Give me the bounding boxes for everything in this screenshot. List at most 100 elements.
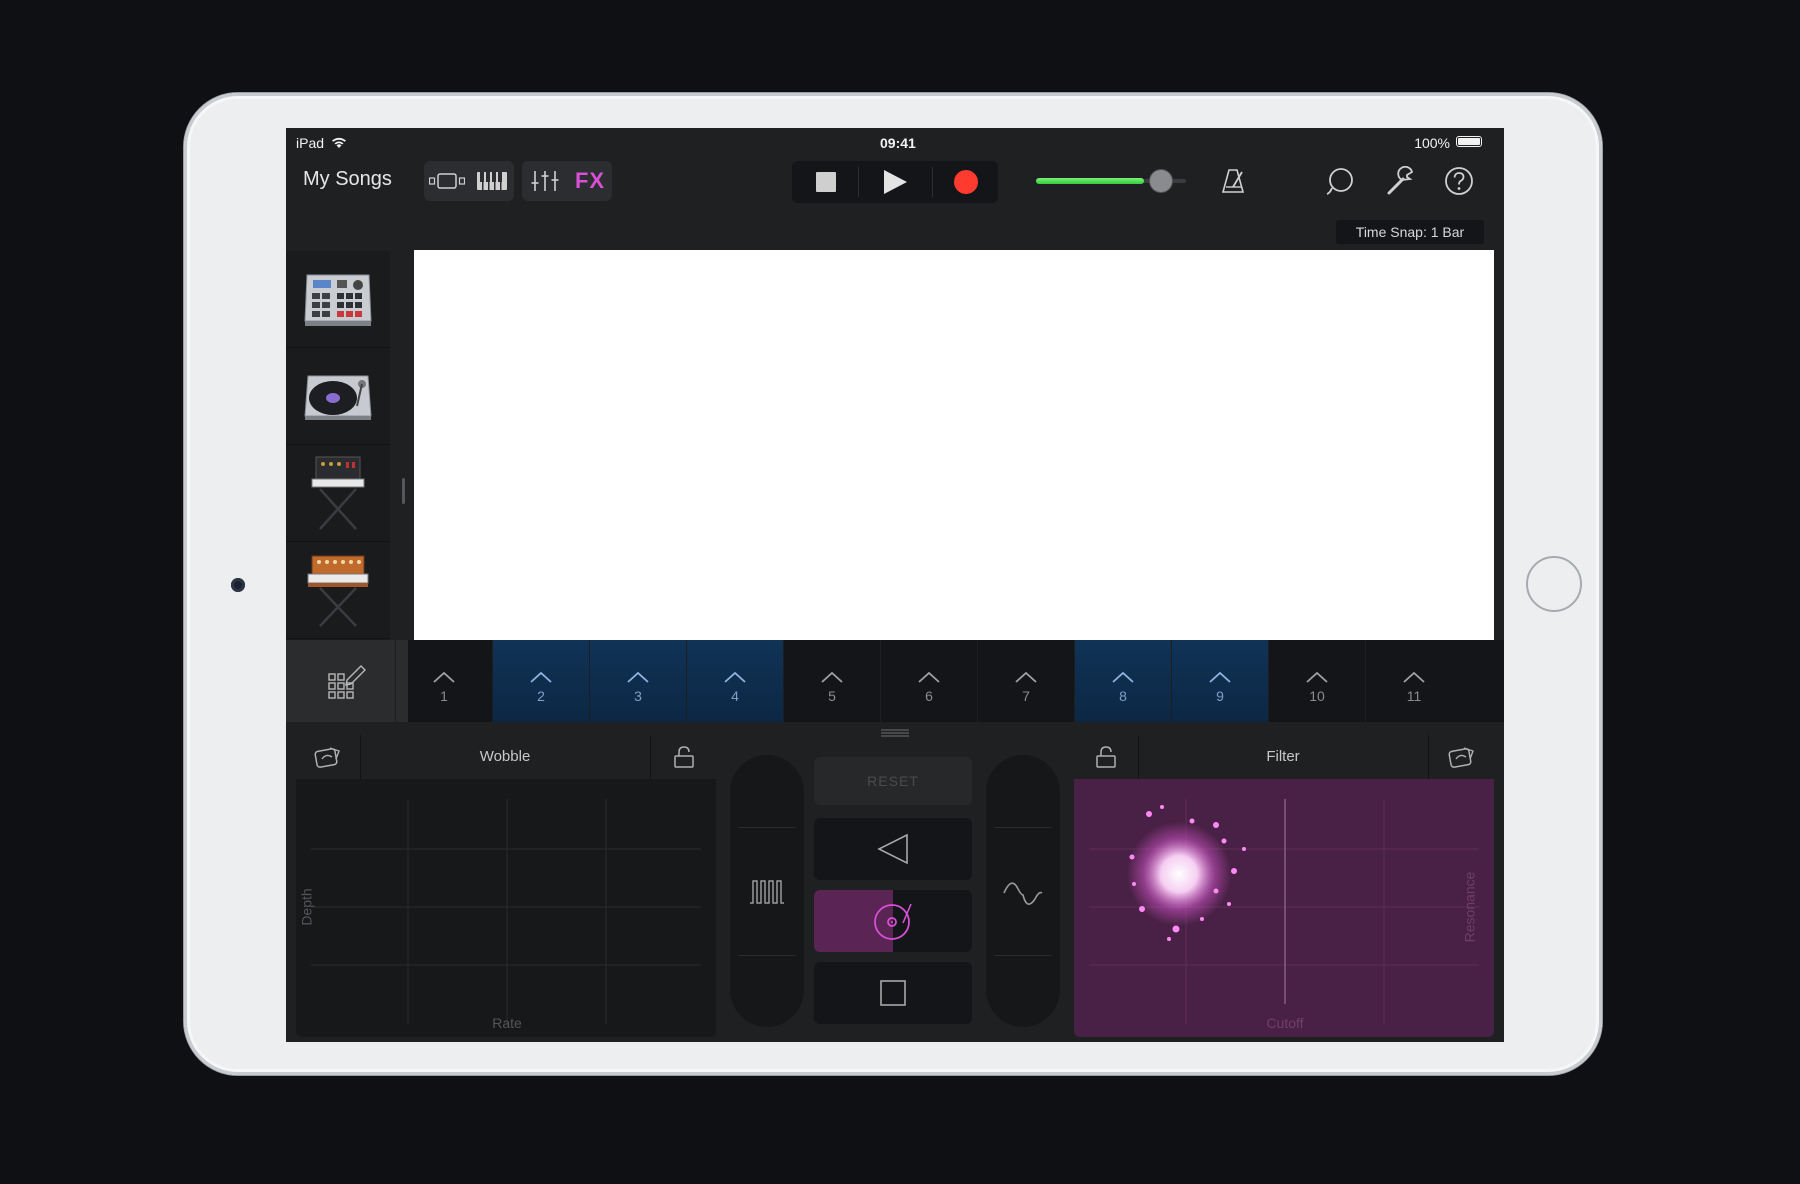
chevron-up-icon <box>1269 670 1365 684</box>
grid-edit-icon <box>328 665 366 699</box>
status-left: iPad <box>296 135 347 151</box>
record-button[interactable] <box>936 161 996 203</box>
keyboard-button[interactable] <box>470 161 514 201</box>
loop-cell-number: 7 <box>1022 688 1030 704</box>
chevron-up-icon <box>1172 670 1268 684</box>
status-time: 09:41 <box>880 135 916 151</box>
drum-machine-icon <box>304 274 372 326</box>
unlock-icon <box>674 746 694 768</box>
square-stop-icon <box>880 980 906 1006</box>
record-icon <box>954 170 978 194</box>
edit-grid-button[interactable] <box>286 640 408 722</box>
strip-divider <box>994 827 1052 828</box>
wifi-icon <box>331 137 346 148</box>
loop-cell-10[interactable]: 10 <box>1268 640 1365 722</box>
effect-swap-icon <box>314 747 340 768</box>
wobble-header: Wobble <box>296 735 716 779</box>
vinyl-scratch-icon <box>874 903 912 940</box>
metronome-button[interactable] <box>1220 168 1246 199</box>
track-region-area[interactable] <box>414 250 1494 640</box>
loop-cell-2[interactable]: 2 <box>492 640 589 722</box>
track-header-drum-machine[interactable] <box>286 251 390 348</box>
reverse-triangle-icon <box>877 833 908 865</box>
track-headers <box>286 251 390 666</box>
chevron-up-icon <box>881 670 977 684</box>
unlock-icon <box>1096 746 1116 768</box>
control-bar: My Songs FX <box>286 154 1504 208</box>
wobble-lock-button[interactable] <box>652 735 716 779</box>
loop-cell-7[interactable]: 7 <box>977 640 1074 722</box>
loop-cell-11[interactable]: 11 <box>1365 640 1462 722</box>
wobble-effect-picker[interactable] <box>296 735 360 779</box>
mixer-button[interactable] <box>522 161 568 201</box>
filter-y-axis-label: Resonance <box>1461 871 1478 943</box>
loop-cell-number: 1 <box>440 688 448 704</box>
loop-browser-icon <box>1326 168 1353 195</box>
front-camera <box>231 578 245 592</box>
loop-cell-number: 8 <box>1119 688 1127 704</box>
tape-stop-button[interactable] <box>814 962 972 1024</box>
fx-button[interactable]: FX <box>568 161 612 201</box>
loop-cell-9[interactable]: 9 <box>1171 640 1268 722</box>
loop-cell-number: 11 <box>1406 688 1422 704</box>
loop-cell-5[interactable]: 5 <box>783 640 880 722</box>
track-resize-handle[interactable] <box>402 478 405 504</box>
loop-cell-number: 9 <box>1216 688 1224 704</box>
help-button[interactable] <box>1444 166 1474 201</box>
loop-cell-4[interactable]: 4 <box>686 640 783 722</box>
loop-cell-8[interactable]: 8 <box>1074 640 1171 722</box>
tracks-view-icon <box>429 173 465 189</box>
gate-effect-strip[interactable] <box>730 755 804 1027</box>
view-segment <box>424 161 514 201</box>
filter-effect-picker[interactable] <box>1430 735 1494 779</box>
time-snap-button[interactable]: Time Snap: 1 Bar <box>1336 220 1484 244</box>
filter-lock-button[interactable] <box>1074 735 1138 779</box>
downsampler-effect-strip[interactable] <box>986 755 1060 1027</box>
loop-cell-6[interactable]: 6 <box>880 640 977 722</box>
battery-percentage: 100% <box>1414 135 1450 151</box>
home-button[interactable] <box>1526 556 1582 612</box>
panel-drag-handle[interactable] <box>881 729 909 737</box>
garageband-screen: iPad 09:41 100% My Songs FX Time Snap: 1… <box>286 128 1504 1042</box>
play-icon <box>884 170 907 194</box>
loop-cell-number: 5 <box>828 688 836 704</box>
play-button[interactable] <box>865 161 925 203</box>
master-volume-knob[interactable] <box>1150 170 1172 192</box>
my-songs-button[interactable]: My Songs <box>303 168 392 191</box>
strip-divider <box>994 955 1052 956</box>
loop-cell-number: 10 <box>1309 688 1325 704</box>
stop-icon <box>816 172 836 192</box>
loops-button[interactable] <box>1326 166 1356 201</box>
loop-cell-number: 2 <box>537 688 545 704</box>
track-header-synth[interactable] <box>286 445 390 542</box>
metronome-icon <box>1221 169 1245 193</box>
chevron-up-icon <box>1366 670 1462 684</box>
tracks-view-button[interactable] <box>424 161 470 201</box>
wrench-icon <box>1387 165 1414 195</box>
track-header-analog-synth[interactable] <box>286 542 390 639</box>
scratch-turntable-button[interactable] <box>814 890 972 952</box>
wobble-y-axis-label: Depth <box>298 888 315 926</box>
filter-title[interactable]: Filter <box>1138 735 1428 779</box>
strip-divider <box>738 955 796 956</box>
settings-button[interactable] <box>1386 165 1416 201</box>
filter-xy-panel: Filter Cutoff Resonance <box>1074 735 1494 1037</box>
reset-button[interactable]: RESET <box>814 757 972 805</box>
transport-divider <box>858 167 859 197</box>
loop-cell-1[interactable]: 1 <box>395 640 492 722</box>
loop-cell-3[interactable]: 3 <box>589 640 686 722</box>
filter-xy-pad[interactable]: Cutoff Resonance <box>1074 779 1494 1037</box>
chevron-up-icon <box>978 670 1074 684</box>
chevron-up-icon <box>784 670 880 684</box>
mixer-fx-segment: FX <box>522 161 612 201</box>
sine-wave-icon <box>1003 882 1043 905</box>
loop-cell-number: 3 <box>634 688 642 704</box>
stop-button[interactable] <box>796 161 856 203</box>
wobble-xy-pad[interactable]: Rate Depth <box>296 779 716 1037</box>
effect-swap-icon <box>1448 747 1474 768</box>
filter-header: Filter <box>1074 735 1494 779</box>
wobble-title[interactable]: Wobble <box>360 735 650 779</box>
track-header-turntable[interactable] <box>286 348 390 445</box>
strip-divider <box>738 827 796 828</box>
reverse-button[interactable] <box>814 818 972 880</box>
